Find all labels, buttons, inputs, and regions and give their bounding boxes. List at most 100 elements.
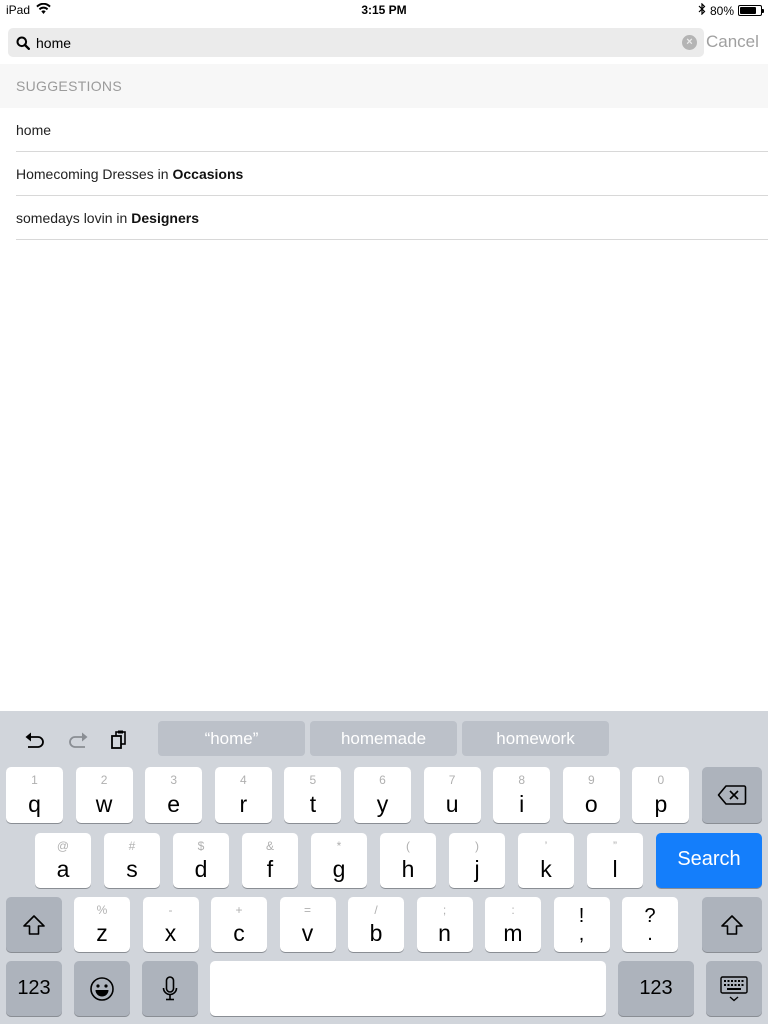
battery-icon [738, 5, 764, 16]
key-alt-label: ) [475, 839, 479, 853]
key-alt-label: 1 [31, 773, 38, 787]
key-label: w [95, 791, 113, 817]
key-x[interactable]: -x [142, 897, 199, 952]
key-alt-label: 8 [518, 773, 526, 787]
key-w[interactable]: 2w [75, 767, 133, 823]
key-alt-label: ’ [544, 839, 548, 853]
search-input[interactable] [36, 30, 676, 55]
key-j[interactable]: ) j [449, 833, 505, 888]
key-label: c [233, 920, 245, 946]
dismiss-keyboard-key[interactable] [706, 961, 762, 1016]
key-label: m [503, 920, 523, 946]
key-label: p [654, 791, 668, 817]
key-label: n [438, 920, 451, 946]
key-v[interactable]: = v [279, 897, 336, 952]
key-label: z [96, 920, 108, 946]
keyboard: “home” homemade homework 1q2w3e4r5t6y7u8… [0, 711, 768, 1024]
key-label: q [28, 791, 41, 817]
prediction-1[interactable]: “home” [158, 721, 305, 756]
key-label: s [126, 856, 138, 882]
key-alt-label: 2 [100, 773, 108, 787]
key-period[interactable]: ?. [622, 897, 678, 952]
key-alt-label: 4 [239, 773, 247, 787]
key-comma[interactable]: !, [553, 897, 610, 952]
suggestion-category: Designers [131, 209, 199, 226]
suggestions-header-label: SUGGESTIONS [16, 78, 122, 94]
redo-icon[interactable] [65, 727, 91, 753]
numbers-key-right[interactable]: 123 [618, 961, 694, 1016]
prediction-3[interactable]: homework [462, 721, 609, 756]
key-alt-label: 5 [309, 773, 317, 787]
emoji-key[interactable] [74, 961, 130, 1016]
key-z[interactable]: % z [74, 897, 130, 952]
undo-icon[interactable] [22, 727, 48, 753]
key-label: t [309, 791, 317, 817]
key-label: e [167, 791, 181, 817]
key-c[interactable]: + c [211, 897, 267, 952]
key-alt-label: ” [613, 839, 617, 853]
key-t[interactable]: 5t [284, 767, 342, 823]
keyboard-dismiss-icon [706, 961, 762, 1016]
status-bar: iPad 3:15 PM 80% [0, 0, 768, 22]
key-m[interactable]: :m [485, 897, 541, 952]
space-key[interactable] [210, 961, 606, 1016]
key-l[interactable]: ” l [587, 833, 643, 888]
key-a[interactable]: @ a [35, 833, 91, 888]
key-u[interactable]: 7u [423, 767, 481, 823]
key-y[interactable]: 6y [354, 767, 411, 823]
prediction-2[interactable]: homemade [310, 721, 457, 756]
key-i[interactable]: 8i [493, 767, 551, 823]
key-alt-label: ( [406, 839, 410, 853]
key-label: g [332, 856, 346, 882]
shift-key-right[interactable] [702, 897, 762, 952]
key-alt-label: / [374, 903, 378, 917]
dictation-key[interactable] [142, 961, 198, 1016]
key-alt-label: 9 [587, 773, 595, 787]
key-alt-label: 0 [657, 773, 665, 787]
numbers-key-left[interactable]: 123 [6, 961, 62, 1016]
shift-icon [6, 897, 62, 952]
key-h[interactable]: (h [380, 833, 436, 888]
emoji-icon [74, 961, 130, 1016]
search-key[interactable]: Search [656, 833, 762, 888]
suggestion-item[interactable]: somedays lovin in Designers [16, 196, 768, 240]
key-s[interactable]: # s [104, 833, 160, 888]
key-e[interactable]: 3e [145, 767, 203, 823]
key-g[interactable]: * g [311, 833, 367, 888]
key-label: a [56, 856, 70, 882]
key-alt-label: & [265, 839, 274, 853]
key-label: y [376, 791, 389, 817]
search-key-label: Search [677, 848, 741, 870]
key-alt-label: = [303, 903, 311, 917]
suggestion-text: Homecoming Dresses in [16, 165, 169, 182]
shift-icon [702, 897, 762, 952]
key-label: d [194, 856, 208, 882]
key-alt-label: ; [442, 903, 447, 917]
cancel-button[interactable]: Cancel [706, 32, 759, 52]
suggestion-item[interactable]: Homecoming Dresses in Occasions [16, 152, 768, 196]
key-label: . [647, 923, 653, 945]
key-label: j [474, 856, 480, 882]
key-d[interactable]: $ d [173, 833, 229, 888]
suggestions-header: SUGGESTIONS [0, 64, 768, 108]
shift-key-left[interactable] [6, 897, 62, 952]
key-p[interactable]: 0p [632, 767, 690, 823]
suggestion-item[interactable]: home [16, 108, 768, 152]
key-label: h [401, 856, 415, 882]
key-k[interactable]: ’ k [518, 833, 574, 888]
key-n[interactable]: ; n [416, 897, 473, 952]
suggestion-text: home [16, 121, 52, 138]
clear-search-icon[interactable]: × [682, 35, 697, 50]
key-r[interactable]: 4r [214, 767, 272, 823]
delete-icon [702, 767, 762, 823]
key-b[interactable]: / b [348, 897, 404, 952]
key-o[interactable]: 9o [562, 767, 620, 823]
key-label: x [164, 920, 177, 946]
key-alt-label: - [168, 903, 173, 917]
paste-icon[interactable] [106, 727, 132, 753]
key-q[interactable]: 1q [6, 767, 63, 823]
delete-key[interactable] [702, 767, 762, 823]
key-alt-label: 6 [379, 773, 386, 787]
key-f[interactable]: & f [242, 833, 298, 888]
key-alt-label: # [128, 839, 136, 853]
